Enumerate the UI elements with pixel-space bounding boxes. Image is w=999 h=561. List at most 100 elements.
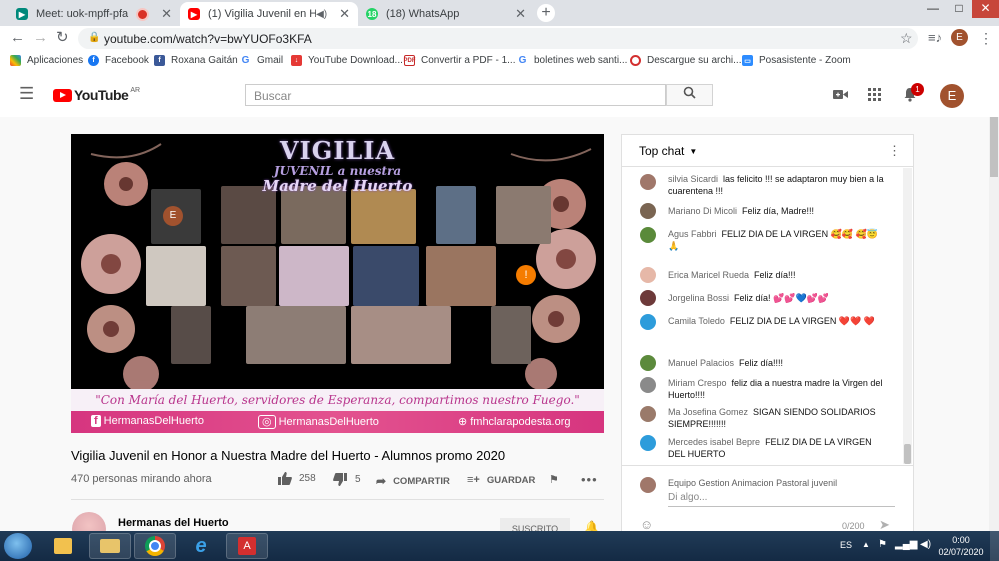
youtube-icon: ▶ <box>188 8 200 20</box>
chat-scrollbar-thumb[interactable] <box>904 444 911 464</box>
chat-message: Camila Toledo FELIZ DIA DE LA VIRGEN ❤️❤️… <box>668 316 876 326</box>
avatar[interactable] <box>640 203 656 219</box>
bookmark-pdf[interactable]: PDF Convertir a PDF - 1... <box>404 55 515 66</box>
divider <box>71 499 604 500</box>
close-icon[interactable]: ✕ <box>515 6 526 22</box>
chat-message: Manuel Palacios Feliz día!!!! <box>668 358 784 368</box>
bookmark-roxana[interactable]: f Roxana Gaitán <box>154 55 238 66</box>
chat-menu-icon[interactable]: ⋮ <box>888 143 901 159</box>
zoom-icon: ▭ <box>742 55 753 66</box>
user-avatar[interactable]: E <box>940 84 964 108</box>
video-player[interactable]: E ! VIGILIA JUVENIL a nuestra Madre del … <box>71 134 604 433</box>
volume-icon[interactable]: ◀) <box>920 539 931 550</box>
lock-icon[interactable]: 🔒 <box>88 32 100 43</box>
chat-message: silvia Sicardi las felicito !!! se adapta… <box>668 174 884 196</box>
footer-facebook: f HermanasDelHuerto <box>91 415 204 427</box>
reload-icon[interactable]: ↻ <box>56 30 69 46</box>
chat-message: Ma Josefina Gomez SIGAN SIENDO SOLIDARIOS… <box>668 407 876 429</box>
chat-scrollbar[interactable] <box>903 168 912 464</box>
facebook-icon: f <box>88 55 99 66</box>
chat-input[interactable]: Di algo... <box>668 492 895 507</box>
clock-time[interactable]: 0:00 <box>946 535 976 545</box>
show-desktop-button[interactable] <box>990 531 999 561</box>
page-scrollbar-thumb[interactable] <box>990 117 998 177</box>
hamburger-menu-icon[interactable]: ☰ <box>19 85 34 102</box>
avatar[interactable] <box>640 290 656 306</box>
search-button[interactable] <box>666 84 713 106</box>
media-player-icon <box>54 538 72 554</box>
taskbar-ie[interactable]: e <box>180 533 222 559</box>
avatar <box>640 477 656 493</box>
tab-youtube[interactable]: ▶ (1) Vigilia Juvenil en Honor a Nuestra… <box>180 2 358 26</box>
search-input[interactable]: Buscar <box>245 84 666 106</box>
avatar[interactable] <box>640 174 656 190</box>
tab-title: (1) Vigilia Juvenil en Honor a Nuestra <box>208 8 317 20</box>
show-hidden-icons[interactable]: ▲ <box>862 540 870 549</box>
avatar[interactable] <box>640 377 656 393</box>
avatar[interactable] <box>640 435 656 451</box>
google-icon: G <box>517 55 528 66</box>
share-button[interactable]: ➦ COMPARTIR <box>376 474 450 488</box>
taskbar-acrobat[interactable]: A <box>226 533 268 559</box>
speaker-icon[interactable]: ◀) <box>316 9 327 20</box>
language-indicator[interactable]: ES <box>840 540 852 550</box>
bookmark-boletines[interactable]: G boletines web santi... <box>517 55 627 66</box>
chrome-menu-icon[interactable]: ⋮ <box>979 30 993 47</box>
bookmark-youtube-download[interactable]: ↓ YouTube Download... <box>291 55 403 66</box>
minimize-button[interactable]: — <box>920 0 946 18</box>
avatar[interactable] <box>640 267 656 283</box>
media-control-icon[interactable]: ≡♪ <box>928 30 942 45</box>
flag-icon[interactable]: ⚑ <box>878 539 887 550</box>
close-icon[interactable]: ✕ <box>339 6 350 22</box>
taskbar-media-player[interactable] <box>42 533 84 559</box>
chat-message: Mariano Di Micoli Feliz día, Madre!!! <box>668 206 815 216</box>
like-button[interactable]: 258 <box>278 472 316 485</box>
forward-icon[interactable]: → <box>33 30 48 46</box>
maximize-button[interactable]: □ <box>946 0 972 18</box>
youtube-logo[interactable]: YouTube AR <box>53 87 140 103</box>
network-icon[interactable]: ▂▄▆ <box>895 539 917 550</box>
thumbs-up-icon <box>278 472 292 485</box>
search-icon <box>683 86 696 99</box>
url-text[interactable]: youtube.com/watch?v=bwYUOFo3KFA <box>104 32 312 46</box>
divider <box>622 166 913 167</box>
bookmark-gmail[interactable]: G Gmail <box>240 55 283 66</box>
chat-message: Agus Fabbri FELIZ DIA DE LA VIRGEN 🥰🥰 🥰😇🙏 <box>668 229 878 251</box>
avatar[interactable] <box>640 227 656 243</box>
bookmark-label: Posasistente - Zoom <box>759 55 851 66</box>
channel-name[interactable]: Hermanas del Huerto <box>118 517 229 529</box>
start-button[interactable] <box>4 533 32 559</box>
clock-date[interactable]: 02/07/2020 <box>935 547 987 557</box>
region-code: AR <box>130 87 141 94</box>
create-video-icon[interactable] <box>833 89 848 103</box>
close-icon[interactable]: ✕ <box>161 6 172 22</box>
page-scrollbar[interactable] <box>989 117 999 531</box>
more-options-icon[interactable]: ••• <box>581 472 598 487</box>
profile-avatar[interactable]: E <box>951 29 968 46</box>
avatar[interactable] <box>640 406 656 422</box>
bookmark-star-icon[interactable]: ☆ <box>900 30 913 47</box>
taskbar-explorer[interactable] <box>89 533 131 559</box>
bookmark-zoom[interactable]: ▭ Posasistente - Zoom <box>742 55 851 66</box>
emoji-icon[interactable]: ☺ <box>640 517 653 532</box>
viewer-count: 470 personas mirando ahora <box>71 473 212 485</box>
bookmark-apps[interactable]: Aplicaciones <box>10 55 83 66</box>
bookmark-facebook[interactable]: f Facebook <box>88 55 149 66</box>
avatar[interactable] <box>640 314 656 330</box>
save-button[interactable]: ≡+ GUARDAR <box>467 474 535 486</box>
notification-badge: 1 <box>911 83 924 96</box>
report-flag-icon[interactable]: ⚑ <box>549 473 559 486</box>
chat-mode-dropdown[interactable]: Top chat ▼ <box>639 144 697 158</box>
close-window-button[interactable]: ✕ <box>972 0 999 18</box>
bookmark-descargue[interactable]: Descargue su archi... <box>630 55 742 66</box>
share-label: COMPARTIR <box>393 475 450 487</box>
avatar[interactable] <box>640 355 656 371</box>
tab-meet[interactable]: ▶ Meet: uok-mpff-pfa ✕ <box>8 2 180 26</box>
tab-whatsapp[interactable]: 18 (18) WhatsApp ✕ <box>358 2 534 26</box>
apps-grid-icon[interactable] <box>868 88 881 104</box>
taskbar-chrome[interactable] <box>134 533 176 559</box>
dislike-button[interactable]: 5 <box>333 473 361 486</box>
back-icon[interactable]: ← <box>10 30 25 46</box>
bookmark-label: Convertir a PDF - 1... <box>421 55 516 66</box>
new-tab-button[interactable]: + <box>537 4 555 22</box>
